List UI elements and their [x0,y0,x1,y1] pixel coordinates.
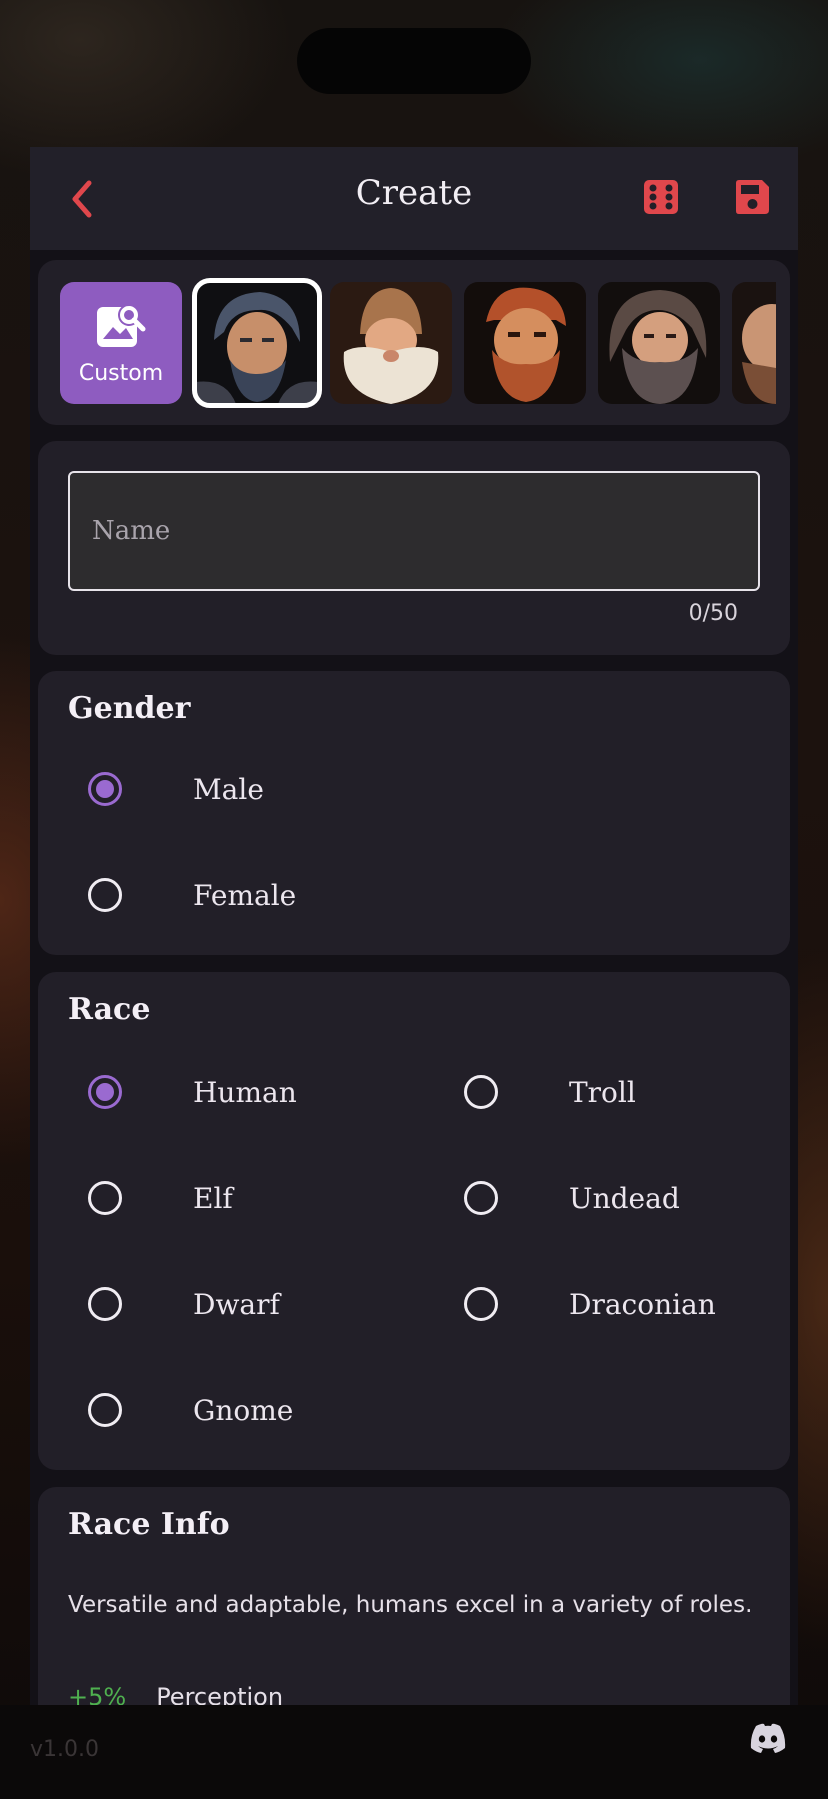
radio-button[interactable] [88,1393,122,1427]
race-title: Race [68,992,151,1027]
radio-button[interactable] [88,1287,122,1321]
radio-button[interactable] [464,1075,498,1109]
portrait-image [464,282,586,404]
radio-button[interactable] [464,1181,498,1215]
race-option-gnome[interactable]: Gnome [88,1380,293,1440]
custom-label: Custom [78,360,164,386]
gender-title: Gender [68,691,191,726]
dice-icon [644,180,678,214]
portrait-option-2[interactable] [330,282,452,404]
custom-portrait-button[interactable]: Custom [60,282,182,404]
radio-button[interactable] [88,1181,122,1215]
portrait-option-3[interactable] [464,282,586,404]
race-info-title: Race Info [68,1507,230,1542]
race-option-undead[interactable]: Undead [464,1168,680,1228]
randomize-button[interactable] [641,177,685,221]
race-description: Versatile and adaptable, humans excel in… [68,1592,753,1618]
discord-button[interactable] [748,1722,788,1754]
header-bar: Create [30,147,798,250]
camera-notch [297,28,531,94]
gender-option-female[interactable]: Female [88,865,296,925]
portrait-image [598,282,720,404]
discord-icon [750,1723,786,1753]
race-option-label: Dwarf [193,1287,280,1321]
save-button[interactable] [732,177,776,221]
race-stat-row: +5% Perception [68,1683,283,1705]
race-option-elf[interactable]: Elf [88,1168,233,1228]
stat-value: +5% [68,1683,127,1705]
race-option-label: Draconian [569,1287,716,1321]
create-panel: Create Custom Name 0/50 Gender Male Fema… [30,147,798,1705]
name-card: 0/50 [38,441,790,655]
gender-option-label: Male [193,772,264,806]
race-card: Race Human Troll Elf Undead Dwarf Dracon… [38,972,790,1470]
portrait-image [196,282,318,404]
gender-option-male[interactable]: Male [88,759,264,819]
name-char-counter: 0/50 [688,601,738,626]
radio-button[interactable] [88,772,122,806]
version-label: v1.0.0 [30,1737,99,1762]
footer-bar [0,1705,828,1799]
race-option-label: Elf [193,1181,233,1215]
portrait-carousel: Custom [38,260,790,425]
radio-button[interactable] [88,1075,122,1109]
portrait-option-1[interactable] [192,278,322,408]
race-option-human[interactable]: Human [88,1062,297,1122]
race-option-label: Human [193,1075,297,1109]
name-input[interactable] [68,471,760,591]
gender-option-label: Female [193,878,297,912]
gender-card: Gender Male Female [38,671,790,955]
race-info-card: Race Info Versatile and adaptable, human… [38,1487,790,1705]
race-option-dwarf[interactable]: Dwarf [88,1274,280,1334]
race-option-troll[interactable]: Troll [464,1062,636,1122]
race-option-label: Troll [569,1075,636,1109]
save-icon [736,180,769,214]
race-option-label: Gnome [193,1393,294,1427]
radio-button[interactable] [88,878,122,912]
race-option-draconian[interactable]: Draconian [464,1274,716,1334]
portrait-option-5[interactable] [732,282,776,404]
portrait-option-4[interactable] [598,282,720,404]
radio-button[interactable] [464,1287,498,1321]
portrait-image [732,282,776,404]
stat-name: Perception [156,1683,284,1705]
race-option-label: Undead [569,1181,680,1215]
portrait-image [330,282,452,404]
image-search-icon [97,303,146,347]
